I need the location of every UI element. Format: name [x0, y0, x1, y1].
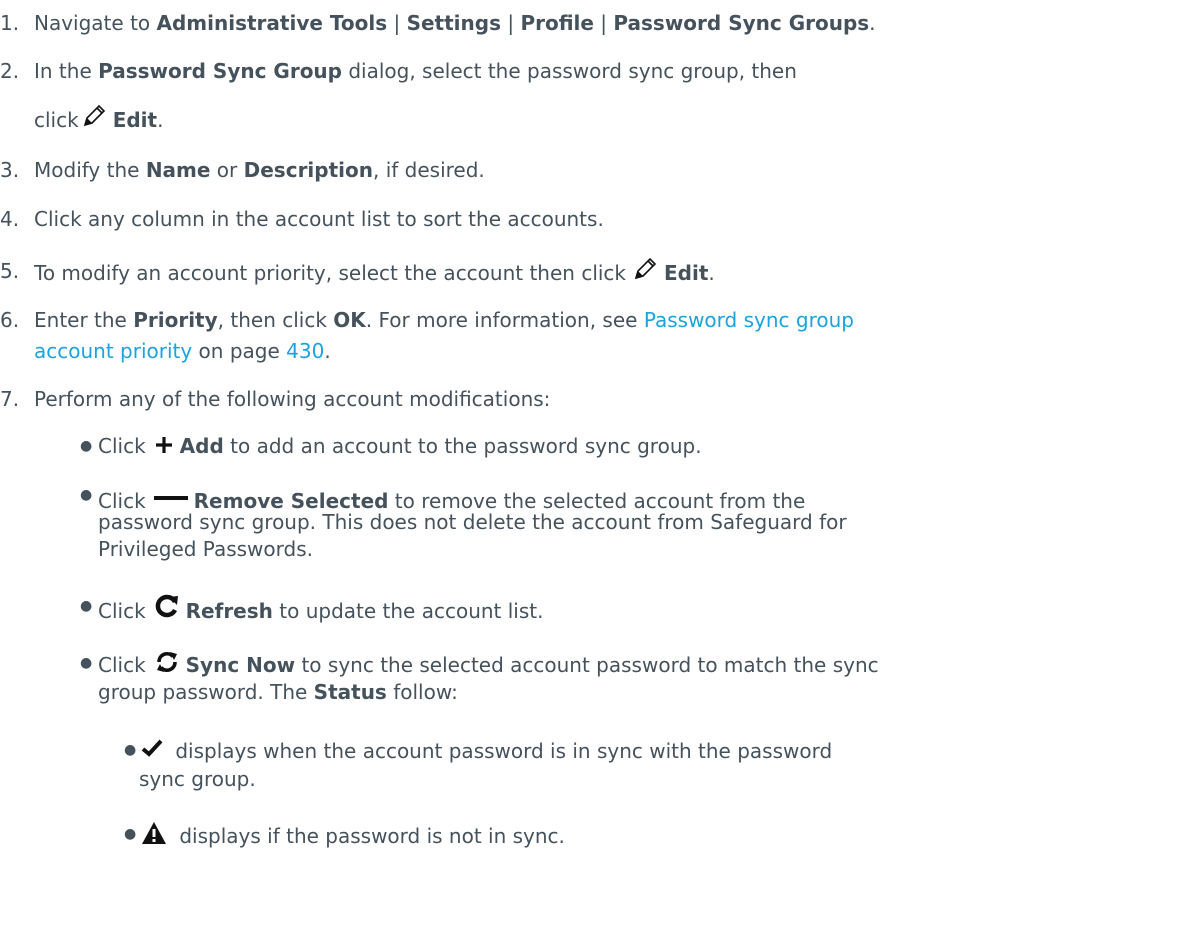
step-text: Modify the Name or Description, if desir…: [34, 158, 485, 182]
step-text: Enter the Priority, then click OK. For m…: [34, 308, 854, 332]
menu-path-password-sync-groups: Password Sync Groups: [613, 11, 870, 35]
page-number-link[interactable]: 430: [286, 339, 324, 363]
step-number: 3.: [0, 158, 20, 182]
minus-icon: [153, 482, 188, 509]
refresh-label: Refresh: [185, 599, 273, 623]
bullet: ●: [80, 487, 93, 503]
priority-topic-link[interactable]: Password sync group: [644, 308, 854, 332]
step-text-line-2: account priority on page 430.: [34, 339, 331, 363]
step-text: Navigate to Administrative Tools | Setti…: [34, 11, 876, 35]
step-number: 2.: [0, 59, 20, 83]
bullet: ●: [80, 655, 93, 671]
list-item-sync-now: ● Click Sync Now to sync the selected acc…: [80, 650, 1175, 710]
checkmark-icon: [141, 737, 163, 764]
menu-path-profile: Profile: [520, 11, 594, 35]
step-number: 6.: [0, 308, 20, 332]
step-text: Perform any of the following account mod…: [34, 387, 551, 411]
refresh-icon: [154, 593, 180, 626]
pencil-icon: [632, 256, 658, 291]
step-text: To modify an account priority, select th…: [34, 256, 1175, 291]
edit-label: Edit: [112, 108, 158, 132]
plus-icon: [154, 435, 174, 462]
bullet: ●: [124, 742, 137, 758]
step-text: Click any column in the account list to …: [34, 207, 604, 231]
sync-now-label: Sync Now: [185, 653, 296, 677]
procedure-page: 1. Navigate to Administrative Tools | Se…: [0, 0, 1183, 931]
status-label: Status: [313, 680, 387, 704]
step-number: 5.: [0, 259, 20, 283]
menu-path-administrative-tools: Administrative Tools: [156, 11, 388, 35]
step-2: 2. In the Password Sync Group dialog, se…: [0, 56, 1175, 148]
priority-topic-link-continued[interactable]: account priority: [34, 339, 192, 363]
pencil-icon: [81, 103, 107, 138]
step-number: 4.: [0, 207, 20, 231]
bullet: ●: [80, 438, 93, 454]
step-number: 7.: [0, 387, 20, 411]
step-text: In the Password Sync Group dialog, selec…: [34, 59, 797, 83]
bullet: ●: [124, 826, 137, 842]
list-item-remove-selected: ● Click Remove Selected to remove the sel…: [80, 482, 1175, 566]
bullet: ●: [80, 598, 93, 614]
menu-path-settings: Settings: [406, 11, 501, 35]
step-number: 1.: [0, 11, 20, 35]
add-label: Add: [179, 434, 224, 458]
status-item-in-sync: ● displays when the account password is …: [124, 737, 833, 791]
step-text-line-2: click Edit.: [34, 103, 1175, 138]
sync-icon: [154, 650, 180, 681]
warning-icon: [141, 821, 167, 852]
edit-label: Edit: [664, 261, 709, 285]
step-6: 6. Enter the Priority, then click OK. Fo…: [0, 305, 1175, 367]
